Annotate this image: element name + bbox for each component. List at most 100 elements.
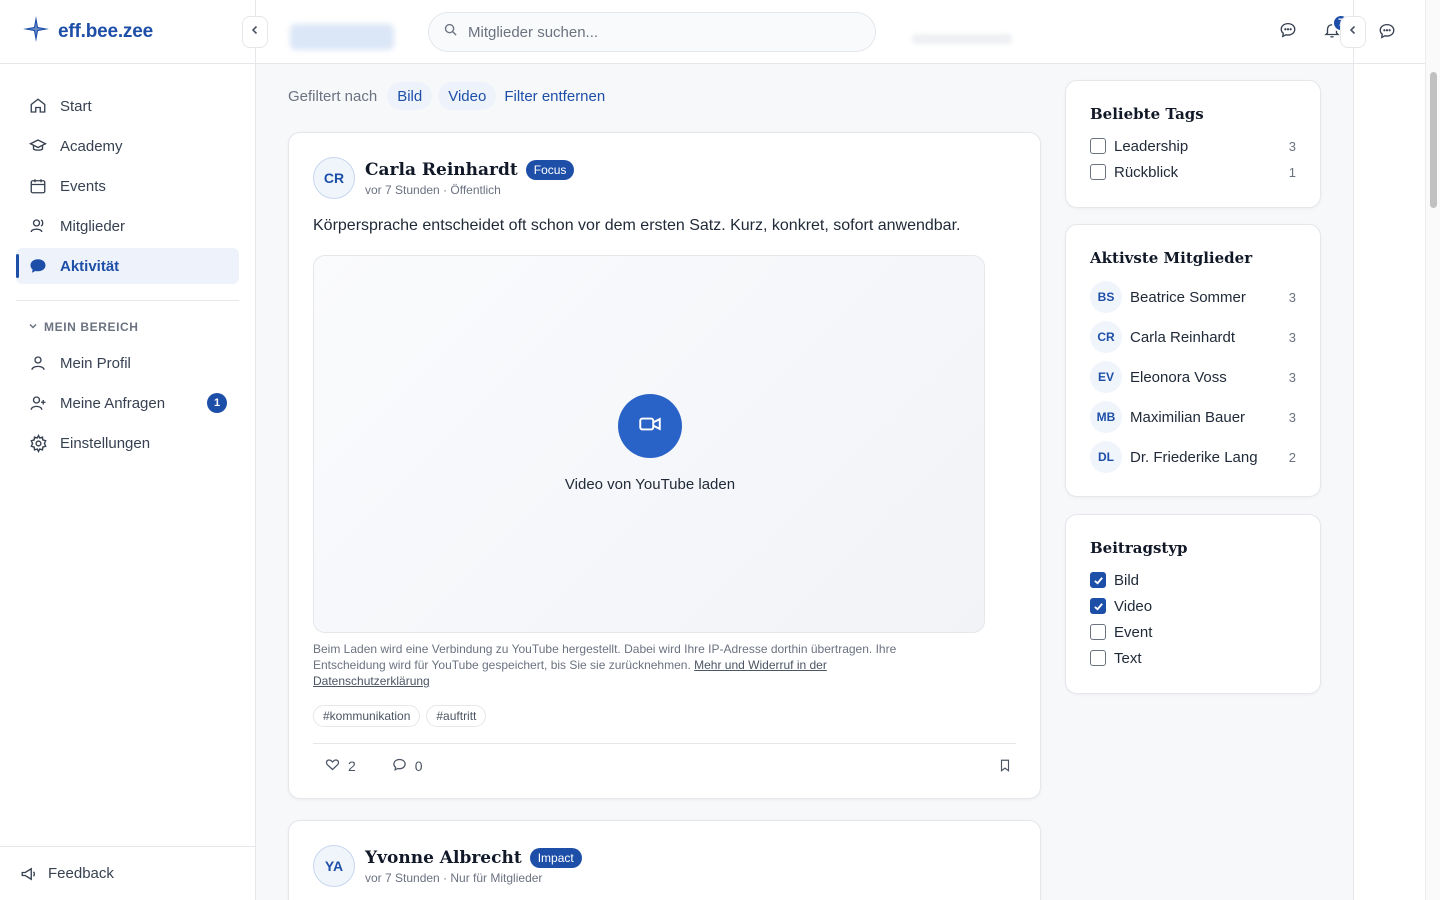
search-input[interactable]: [468, 23, 848, 41]
avatar: BS: [1090, 281, 1122, 313]
member-count: 2: [1288, 449, 1296, 465]
member-name: Eleonora Voss: [1130, 368, 1227, 386]
type-filter-video[interactable]: Video: [1090, 593, 1296, 619]
member-count: 3: [1288, 409, 1296, 425]
chevron-down-icon: [28, 320, 38, 334]
type-filter-event[interactable]: Event: [1090, 619, 1296, 645]
top-bar: 7 LE: [256, 0, 1424, 64]
comment-button[interactable]: 0: [380, 757, 423, 775]
graduation-cap-icon: [28, 136, 48, 156]
tag-label: Leadership: [1114, 137, 1189, 155]
feedback-button[interactable]: Feedback: [0, 846, 256, 900]
type-label: Event: [1114, 623, 1153, 641]
sidebar-collapse-button[interactable]: [242, 16, 268, 48]
author-name[interactable]: Yvonne Albrecht: [365, 848, 522, 868]
tag-filter-rueckblick[interactable]: Rückblick 1: [1090, 159, 1296, 185]
home-icon: [28, 96, 48, 116]
member-name: Maximilian Bauer: [1130, 408, 1246, 426]
avatar[interactable]: YA: [313, 845, 355, 887]
checkbox-checked[interactable]: [1090, 572, 1106, 588]
author-block: Carla Reinhardt Focus vor 7 Stunden · Öf…: [365, 159, 575, 197]
member-name: Beatrice Sommer: [1130, 288, 1246, 306]
author-name[interactable]: Carla Reinhardt: [365, 160, 518, 180]
clear-filters-link[interactable]: Filter entfernen: [504, 88, 605, 105]
avatar[interactable]: CR: [313, 157, 355, 199]
sidebar-item-start[interactable]: Start: [16, 88, 239, 124]
member-item[interactable]: EV Eleonora Voss 3: [1090, 357, 1296, 397]
like-button[interactable]: 2: [313, 757, 356, 775]
widget-title: Beitragstyp: [1090, 539, 1188, 557]
tag-filter-leadership[interactable]: Leadership 3: [1090, 133, 1296, 159]
member-name: Dr. Friederike Lang: [1130, 448, 1258, 466]
consent-notice: Beim Laden wird eine Verbindung zu YouTu…: [289, 641, 939, 689]
post-card: YA Yvonne Albrecht Impact vor 7 Stunden …: [288, 820, 1041, 900]
chevron-left-icon: [249, 23, 261, 41]
type-filter-bild[interactable]: Bild: [1090, 567, 1296, 593]
member-item[interactable]: BS Beatrice Sommer 3: [1090, 277, 1296, 317]
checkbox-checked[interactable]: [1090, 598, 1106, 614]
messages-button[interactable]: [1268, 12, 1308, 52]
post-meta: vor 7 Stunden · Nur für Mitglieder: [365, 870, 543, 885]
post-meta: vor 7 Stunden · Öffentlich: [365, 182, 501, 197]
scrollbar-thumb[interactable]: [1430, 72, 1437, 208]
bookmark-icon[interactable]: [998, 758, 1012, 776]
sidebar-item-label: Meine Anfragen: [60, 394, 166, 412]
status-badge: Impact: [529, 847, 582, 868]
sidebar: eff.bee.zee Start Academy Events Mitglie…: [0, 0, 256, 900]
scrollbar[interactable]: [1425, 0, 1440, 900]
type-filter-text[interactable]: Text: [1090, 645, 1296, 671]
main-nav: Start Academy Events Mitglieder Aktivitä…: [0, 64, 255, 284]
avatar: EV: [1090, 361, 1122, 393]
sidebar-item-aktivitaet[interactable]: Aktivität: [16, 248, 239, 284]
video-embed[interactable]: Video von YouTube laden: [313, 255, 985, 633]
blurred-placeholder: [912, 34, 1012, 44]
member-count: 3: [1288, 369, 1296, 385]
chat-rail: [1353, 0, 1426, 900]
load-video-button[interactable]: [618, 394, 682, 458]
sidebar-item-label: Events: [60, 177, 106, 195]
sidebar-item-mein-profil[interactable]: Mein Profil: [16, 345, 239, 381]
hashtag[interactable]: #auftritt: [426, 705, 487, 727]
filter-chip-bild[interactable]: Bild: [387, 82, 433, 110]
logo-text: eff.bee.zee: [58, 20, 153, 42]
member-name: Carla Reinhardt: [1130, 328, 1236, 346]
active-filters: Gefiltert nach Bild Video Filter entfern…: [288, 82, 605, 110]
users-icon: [28, 216, 48, 236]
hashtag[interactable]: #kommunikation: [313, 705, 421, 727]
sidebar-item-label: Academy: [60, 137, 123, 155]
member-item[interactable]: MB Maximilian Bauer 3: [1090, 397, 1296, 437]
widget-title: Aktivste Mitglieder: [1090, 249, 1253, 267]
logo[interactable]: eff.bee.zee: [0, 0, 255, 64]
checkbox[interactable]: [1090, 138, 1106, 154]
checkbox[interactable]: [1090, 624, 1106, 640]
star-logo-icon: [22, 15, 50, 48]
sidebar-item-events[interactable]: Events: [16, 168, 239, 204]
type-label: Bild: [1114, 571, 1140, 589]
active-members-widget: Aktivste Mitglieder BS Beatrice Sommer 3…: [1065, 224, 1321, 497]
sidebar-item-mitglieder[interactable]: Mitglieder: [16, 208, 239, 244]
requests-badge: 1: [207, 393, 227, 413]
chat-bubble-icon: [28, 256, 48, 276]
status-badge: Focus: [525, 159, 575, 180]
right-panel-toggle[interactable]: [1340, 16, 1366, 48]
member-item[interactable]: DL Dr. Friederike Lang 2: [1090, 437, 1296, 477]
chat-icon[interactable]: [1378, 22, 1396, 45]
sidebar-item-meine-anfragen[interactable]: Meine Anfragen 1: [16, 385, 239, 421]
sidebar-item-academy[interactable]: Academy: [16, 128, 239, 164]
comment-icon: [392, 757, 407, 775]
search-icon: [443, 22, 458, 42]
tag-count: 3: [1288, 138, 1296, 154]
like-count: 2: [348, 758, 356, 774]
sidebar-item-einstellungen[interactable]: Einstellungen: [16, 425, 239, 461]
filter-chip-video[interactable]: Video: [438, 82, 497, 110]
sidebar-item-label: Mein Profil: [60, 354, 131, 372]
heart-icon: [325, 757, 340, 775]
post-type-widget: Beitragstyp Bild Video Event Text: [1065, 514, 1321, 694]
video-camera-icon: [637, 411, 663, 442]
member-item[interactable]: CR Carla Reinhardt 3: [1090, 317, 1296, 357]
checkbox[interactable]: [1090, 650, 1106, 666]
search-bar[interactable]: [428, 12, 876, 52]
checkbox[interactable]: [1090, 164, 1106, 180]
popular-tags-widget: Beliebte Tags Leadership 3 Rückblick 1: [1065, 80, 1321, 208]
section-toggle-mein-bereich[interactable]: MEIN BEREICH: [0, 315, 255, 339]
